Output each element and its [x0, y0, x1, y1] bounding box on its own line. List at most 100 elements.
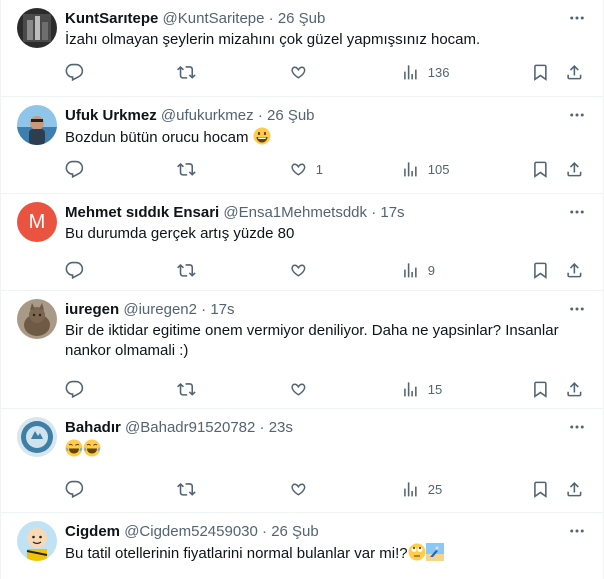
share-button[interactable]: [565, 62, 584, 82]
user-handle[interactable]: @iuregen2: [123, 301, 197, 318]
more-options-icon[interactable]: [567, 299, 587, 319]
tweet-text: Bir de iktidar egitime onem vermiyor den…: [65, 321, 589, 361]
bookmark-icon: [534, 161, 547, 178]
bookmark-button[interactable]: [531, 159, 550, 179]
retweet-button[interactable]: [177, 159, 204, 179]
views-button[interactable]: 9: [401, 260, 435, 280]
reply-button[interactable]: [65, 62, 92, 82]
tweet-header: KuntSarıtepe @KuntSaritepe · 26 Şub: [65, 9, 555, 29]
share-button[interactable]: [565, 379, 584, 399]
heart-icon: [291, 383, 306, 396]
view-count: 25: [427, 481, 443, 497]
more-options-icon[interactable]: [567, 8, 587, 28]
like-button[interactable]: [289, 379, 316, 399]
view-count: 105: [427, 161, 450, 177]
action-bar: 136: [57, 62, 587, 82]
user-handle[interactable]: @Bahadr91520782: [125, 419, 255, 436]
display-name[interactable]: Cigdem: [65, 523, 120, 540]
analytics-icon: [404, 262, 417, 278]
views-button[interactable]: 136: [401, 62, 449, 82]
display-name[interactable]: Mehmet sıddık Ensari: [65, 204, 219, 221]
retweet-button[interactable]: [177, 379, 204, 399]
timestamp[interactable]: 26 Şub: [267, 107, 315, 124]
bookmark-button[interactable]: [531, 62, 550, 82]
like-button[interactable]: [289, 62, 316, 82]
timestamp[interactable]: 17s: [210, 301, 234, 318]
retweet-icon: [177, 65, 196, 79]
bookmark-button[interactable]: [531, 260, 550, 280]
tweet-text: İzahı olmayan şeylerin mizahını çok güze…: [65, 31, 481, 48]
like-button[interactable]: 1: [289, 159, 323, 179]
bookmark-icon: [534, 481, 547, 498]
bookmark-icon: [534, 262, 547, 279]
share-button[interactable]: [565, 159, 584, 179]
tweet[interactable]: Ufuk Urkmez @ufukurkmez · 26 Şub Bozdun …: [1, 97, 603, 194]
tweet-header: iuregen @iuregen2 · 17s: [65, 300, 555, 320]
reply-button[interactable]: [65, 260, 92, 280]
share-button[interactable]: [565, 479, 584, 499]
timestamp[interactable]: 23s: [269, 419, 293, 436]
reply-button[interactable]: [65, 479, 92, 499]
bookmark-button[interactable]: [531, 479, 550, 499]
views-button[interactable]: 15: [401, 379, 442, 399]
more-options-icon[interactable]: [567, 417, 587, 437]
like-button[interactable]: [289, 479, 316, 499]
separator-dot: ·: [371, 204, 377, 221]
tweet[interactable]: M Mehmet sıddık Ensari @Ensa1Mehmetsddk …: [1, 194, 603, 291]
display-name[interactable]: Bahadır: [65, 419, 121, 436]
retweet-button[interactable]: [177, 479, 204, 499]
avatar[interactable]: [17, 417, 57, 457]
views-button[interactable]: 105: [401, 159, 449, 179]
more-options-icon[interactable]: [567, 521, 587, 541]
avatar[interactable]: [17, 521, 57, 561]
like-button[interactable]: [289, 260, 316, 280]
reply-button[interactable]: [65, 379, 92, 399]
tweet[interactable]: Bahadır @Bahadr91520782 · 23s 25: [1, 409, 603, 513]
tweet[interactable]: iuregen @iuregen2 · 17s Bir de iktidar e…: [1, 291, 603, 409]
avatar[interactable]: [17, 299, 57, 339]
retweet-icon: [177, 482, 196, 496]
analytics-icon: [404, 481, 417, 497]
reply-icon: [65, 63, 84, 81]
avatar[interactable]: M: [17, 202, 57, 242]
retweet-button[interactable]: [177, 260, 204, 280]
reply-icon: [65, 480, 84, 498]
more-options-icon[interactable]: [567, 202, 587, 222]
tweet-text: Bu tatil otellerinin fiyatlarini normal …: [65, 543, 589, 564]
reply-button[interactable]: [65, 159, 92, 179]
retweet-button[interactable]: [177, 62, 204, 82]
user-handle[interactable]: @Ensa1Mehmetsddk: [223, 204, 367, 221]
user-handle[interactable]: @Cigdem52459030: [124, 523, 258, 540]
timestamp[interactable]: 26 Şub: [271, 523, 319, 540]
view-count: 9: [427, 262, 435, 278]
timestamp[interactable]: 26 Şub: [278, 10, 326, 27]
user-handle[interactable]: @KuntSaritepe: [163, 10, 265, 27]
user-handle[interactable]: @ufukurkmez: [161, 107, 254, 124]
avatar-letter: M: [28, 210, 46, 233]
display-name[interactable]: iuregen: [65, 301, 119, 318]
tweet-text: Bu durumda gerçek artış yüzde 80: [65, 225, 295, 242]
share-icon: [567, 262, 582, 278]
more-options-icon[interactable]: [567, 105, 587, 125]
avatar[interactable]: [17, 8, 57, 48]
timestamp[interactable]: 17s: [380, 204, 404, 221]
heart-icon: [291, 264, 306, 277]
separator-dot: ·: [268, 10, 274, 27]
display-name[interactable]: KuntSarıtepe: [65, 10, 158, 27]
beach-chair-emoji: [425, 543, 444, 561]
separator-dot: ·: [201, 301, 207, 318]
view-count: 15: [427, 381, 443, 397]
rolling-eyes-emoji: [408, 543, 426, 561]
share-button[interactable]: [565, 260, 584, 280]
tweet-header: Cigdem @Cigdem52459030 · 26 Şub: [65, 522, 555, 542]
tweet[interactable]: KuntSarıtepe @KuntSaritepe · 26 Şub İzah…: [1, 0, 603, 97]
bookmark-button[interactable]: [531, 379, 550, 399]
avatar[interactable]: [17, 105, 57, 145]
display-name[interactable]: Ufuk Urkmez: [65, 107, 157, 124]
heart-icon: [291, 66, 306, 79]
views-button[interactable]: 25: [401, 479, 442, 499]
share-icon: [567, 481, 582, 497]
tweet[interactable]: Cigdem @Cigdem52459030 · 26 Şub Bu tatil…: [1, 513, 603, 579]
tweet-header: Mehmet sıddık Ensari @Ensa1Mehmetsddk · …: [65, 203, 555, 223]
tweet-text-line: Bir de iktidar egitime onem vermiyor den…: [65, 322, 559, 339]
